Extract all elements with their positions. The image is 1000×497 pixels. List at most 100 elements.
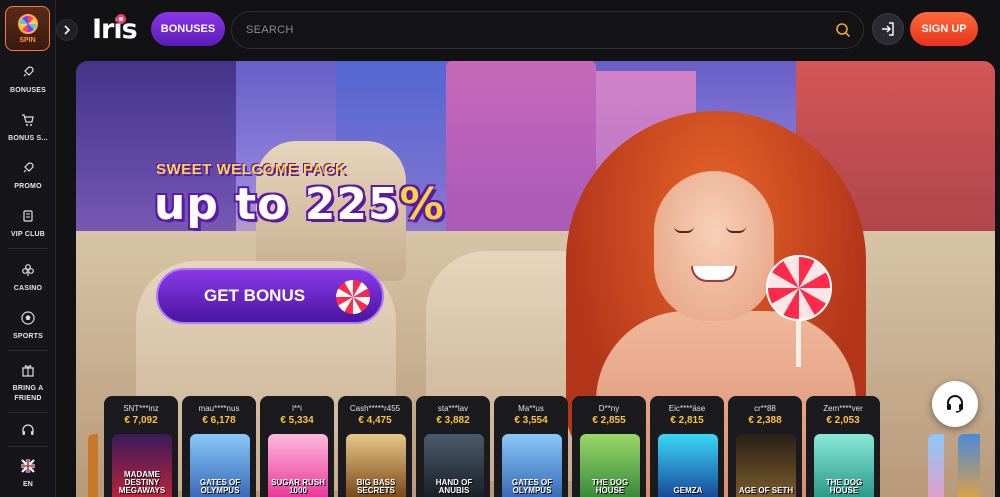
game-thumbnail[interactable]: GATES OF OLYMPUS — [502, 434, 562, 497]
gift-icon — [20, 362, 36, 378]
winner-card[interactable]: SNT***inz € 7,092 MADAME DESTINY MEGAWAY… — [104, 396, 178, 497]
promo-headline: up to 225% — [154, 179, 445, 230]
winner-card[interactable]: l**i € 5,334 SUGAR RUSH 1000 — [260, 396, 334, 497]
sidebar: SPIN BONUSES BONUS S... PROMO VIP CLUB C… — [0, 0, 56, 497]
sidebar-item-label: CASINO — [13, 285, 43, 292]
game-thumbnail[interactable]: THE DOG HOUSE — [580, 434, 640, 497]
winner-amount: € 2,855 — [592, 415, 626, 426]
get-bonus-label: GET BONUS — [204, 286, 306, 305]
winner-amount: € 5,334 — [280, 415, 314, 426]
bonuses-button[interactable]: BONUSES — [151, 12, 225, 46]
divider — [8, 446, 48, 447]
game-thumbnail[interactable]: THE DOG HOUSE — [814, 434, 874, 497]
sidebar-item-bring-a-friend[interactable]: BRING A FRIEND — [0, 362, 56, 404]
winner-username: Cash*****r455 — [349, 404, 401, 413]
uk-flag-icon — [20, 458, 36, 474]
language-label: EN — [22, 481, 34, 488]
promo-subtitle: SWEET WELCOME PACK — [156, 161, 347, 178]
login-button[interactable] — [872, 13, 904, 45]
sidebar-item-vip-club[interactable]: VIP CLUB — [0, 208, 56, 240]
winner-card[interactable]: cr**88 € 2,388 AGE OF SETH — [728, 396, 802, 497]
get-bonus-button[interactable]: GET BONUS — [156, 268, 384, 324]
lollipop-icon — [766, 255, 832, 321]
promo-percent: % — [399, 179, 445, 230]
spin-label: SPIN — [19, 36, 36, 44]
search-placeholder: SEARCH — [246, 24, 294, 36]
live-support-button[interactable] — [932, 381, 978, 427]
sidebar-item-sports[interactable]: SPORTS — [0, 310, 56, 342]
promo-amount: up to 225 — [154, 179, 400, 230]
winner-card[interactable]: Eic****äse € 2,815 GEMZA — [650, 396, 724, 497]
game-title: GATES OF OLYMPUS — [199, 478, 241, 495]
rocket-icon — [20, 160, 36, 176]
wheel-icon — [17, 13, 38, 34]
winner-username: D**ny — [598, 404, 620, 413]
game-title: GATES OF OLYMPUS — [511, 478, 553, 495]
search-icon[interactable] — [835, 22, 851, 38]
sidebar-item-label: BONUSES — [9, 87, 47, 94]
winner-card[interactable]: Zem****ver € 2,053 THE DOG HOUSE — [806, 396, 880, 497]
game-thumbnail[interactable]: GATES OF OLYMPUS — [190, 434, 250, 497]
game-title: AGE OF SETH — [738, 486, 794, 495]
language-selector[interactable]: EN — [0, 458, 56, 490]
winner-amount: € 2,388 — [748, 415, 782, 426]
sidebar-item-label: PROMO — [14, 183, 42, 190]
winner-username: sta***lav — [437, 404, 469, 413]
sidebar-item-label: SPORTS — [13, 333, 43, 340]
game-title: SUGAR RUSH 1000 — [271, 478, 325, 495]
winner-card[interactable]: mau****nus € 6,178 GATES OF OLYMPUS — [182, 396, 256, 497]
clover-icon — [20, 262, 36, 278]
spin-button[interactable]: SPIN — [5, 6, 50, 51]
winner-card[interactable]: D**ny € 2,855 THE DOG HOUSE — [572, 396, 646, 497]
headset-icon — [947, 395, 963, 413]
game-title: GEMZA — [673, 486, 703, 495]
game-thumbnail[interactable]: MADAME DESTINY MEGAWAYS — [112, 434, 172, 497]
game-title: THE DOG HOUSE — [591, 478, 629, 495]
sidebar-item-label: VIP CLUB — [10, 231, 46, 238]
game-thumbnail[interactable]: AGE OF SETH — [736, 434, 796, 497]
winner-username: Zem****ver — [823, 404, 863, 413]
winner-amount: € 7,092 — [124, 415, 158, 426]
woman-face — [654, 171, 774, 321]
sidebar-item-support[interactable] — [0, 422, 56, 438]
winner-username: SNT***inz — [123, 404, 159, 413]
game-thumbnail[interactable]: GEMZA — [658, 434, 718, 497]
winner-username: cr**88 — [754, 404, 776, 413]
winner-card-partial — [958, 434, 980, 497]
sidebar-item-label: BRING A FRIEND — [12, 385, 44, 402]
winner-amount: € 2,053 — [826, 415, 860, 426]
sidebar-item-label: BONUS S... — [8, 135, 48, 142]
sidebar-item-bonuses[interactable]: BONUSES — [0, 64, 56, 96]
vip-icon — [20, 208, 36, 224]
winner-username: l**i — [292, 404, 302, 413]
game-title: HAND OF ANUBIS — [435, 478, 473, 495]
soccer-ball-icon — [20, 310, 36, 326]
winner-card[interactable]: sta***lav € 3,882 HAND OF ANUBIS — [416, 396, 490, 497]
candy-icon — [336, 280, 370, 314]
game-thumbnail[interactable]: HAND OF ANUBIS — [424, 434, 484, 497]
winner-amount: € 4,475 — [358, 415, 392, 426]
login-icon — [882, 22, 894, 36]
game-title: THE DOG HOUSE — [825, 478, 863, 495]
winner-amount: € 6,178 — [202, 415, 236, 426]
logo[interactable]: Iris — [92, 14, 138, 45]
search-input[interactable]: SEARCH — [231, 11, 864, 49]
winner-card[interactable]: Cash*****r455 € 4,475 BIG BASS SECRETS — [338, 396, 412, 497]
lollipop-stick — [796, 317, 801, 367]
winner-amount: € 3,882 — [436, 415, 470, 426]
winner-card[interactable]: Ma**us € 3,554 GATES OF OLYMPUS — [494, 396, 568, 497]
game-thumbnail[interactable]: SUGAR RUSH 1000 — [268, 434, 328, 497]
winner-amount: € 2,815 — [670, 415, 704, 426]
chevron-right-icon — [64, 25, 71, 35]
rocket-icon — [20, 64, 36, 80]
sidebar-toggle-button[interactable] — [56, 19, 78, 41]
sidebar-item-promo[interactable]: PROMO — [0, 160, 56, 192]
header: Iris BONUSES SEARCH SIGN UP — [56, 0, 1000, 60]
divider — [8, 412, 48, 413]
headset-icon — [20, 422, 36, 438]
sidebar-item-bonus-shop[interactable]: BONUS S... — [0, 112, 56, 144]
winner-username: Ma**us — [518, 404, 544, 413]
game-thumbnail[interactable]: BIG BASS SECRETS — [346, 434, 406, 497]
signup-button[interactable]: SIGN UP — [910, 12, 978, 46]
sidebar-item-casino[interactable]: CASINO — [0, 262, 56, 294]
